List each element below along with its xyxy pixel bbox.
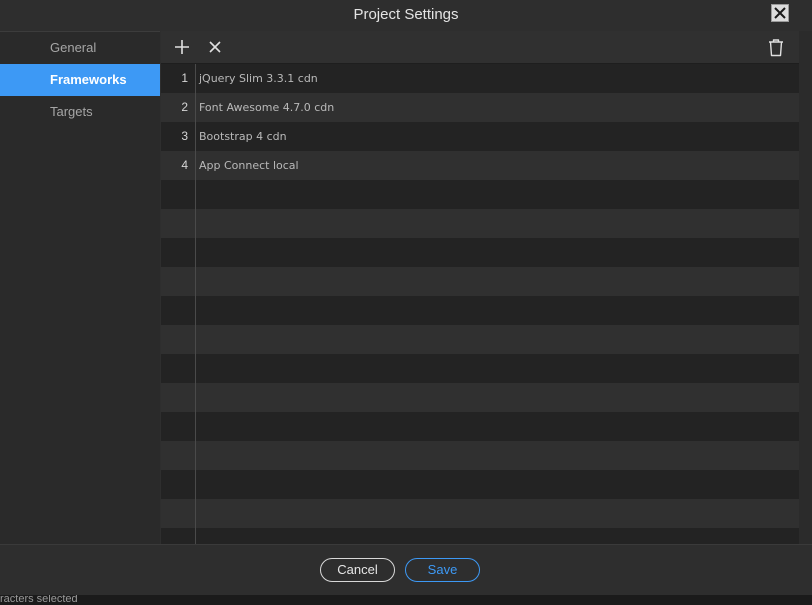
empty-row xyxy=(161,499,799,528)
project-settings-dialog: Project Settings General Frameworks Targ… xyxy=(0,0,812,595)
framework-name: Font Awesome 4.7.0 cdn xyxy=(199,101,335,114)
framework-name: App Connect local xyxy=(199,159,299,172)
frameworks-panel: 1 jQuery Slim 3.3.1 cdn 2 Font Awesome 4… xyxy=(161,31,799,544)
frameworks-toolbar xyxy=(161,31,799,64)
sidebar-item-frameworks[interactable]: Frameworks xyxy=(0,64,160,96)
list-item[interactable]: 2 Font Awesome 4.7.0 cdn xyxy=(161,93,799,122)
empty-row xyxy=(161,470,799,499)
delete-framework-button[interactable] xyxy=(767,38,785,57)
sidebar-item-general[interactable]: General xyxy=(0,32,160,64)
empty-row xyxy=(161,325,799,354)
empty-row xyxy=(161,209,799,238)
empty-row xyxy=(161,296,799,325)
row-number: 1 xyxy=(181,71,188,85)
list-item[interactable]: 3 Bootstrap 4 cdn xyxy=(161,122,799,151)
empty-row xyxy=(161,267,799,296)
row-number: 4 xyxy=(181,158,188,172)
x-icon xyxy=(209,41,221,53)
add-framework-button[interactable] xyxy=(174,39,190,55)
remove-framework-button[interactable] xyxy=(207,39,223,55)
empty-row xyxy=(161,354,799,383)
gutter-divider xyxy=(195,64,196,544)
list-item[interactable]: 1 jQuery Slim 3.3.1 cdn xyxy=(161,64,799,93)
dialog-titlebar: Project Settings xyxy=(0,0,812,31)
empty-row xyxy=(161,528,799,544)
close-button[interactable] xyxy=(771,4,789,22)
settings-sidebar: General Frameworks Targets xyxy=(0,31,160,544)
cancel-button[interactable]: Cancel xyxy=(320,558,395,582)
sidebar-item-targets[interactable]: Targets xyxy=(0,96,160,128)
empty-row xyxy=(161,238,799,267)
panel-scroll-area xyxy=(799,31,812,544)
row-number: 2 xyxy=(181,100,188,114)
empty-row xyxy=(161,412,799,441)
status-text: racters selected xyxy=(0,595,78,605)
trash-icon xyxy=(769,39,783,57)
list-item[interactable]: 4 App Connect local xyxy=(161,151,799,180)
framework-name: Bootstrap 4 cdn xyxy=(199,130,287,143)
close-icon xyxy=(774,7,786,19)
dialog-title: Project Settings xyxy=(353,6,459,23)
empty-row xyxy=(161,441,799,470)
dialog-footer: Cancel Save xyxy=(0,544,812,595)
status-bar: racters selected xyxy=(0,595,812,605)
frameworks-list: 1 jQuery Slim 3.3.1 cdn 2 Font Awesome 4… xyxy=(161,64,799,544)
row-number: 3 xyxy=(181,129,188,143)
empty-row xyxy=(161,180,799,209)
save-button[interactable]: Save xyxy=(405,558,480,582)
plus-icon xyxy=(175,40,189,54)
empty-row xyxy=(161,383,799,412)
framework-name: jQuery Slim 3.3.1 cdn xyxy=(199,72,318,85)
